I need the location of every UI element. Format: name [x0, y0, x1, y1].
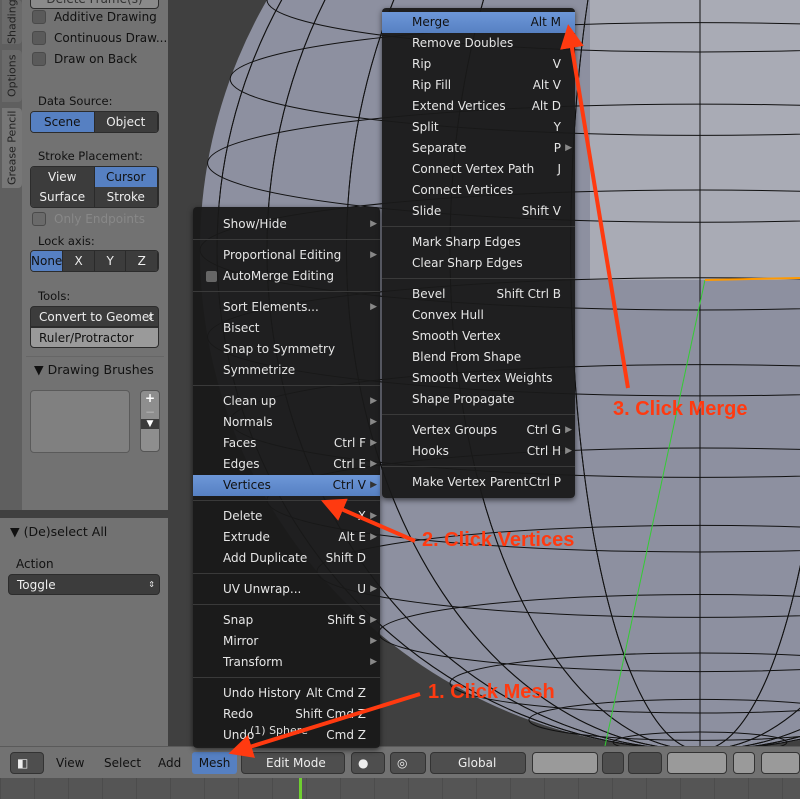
annotation-step-1: 1. Click Mesh	[428, 681, 555, 703]
annotation-step-2: 2. Click Vertices	[422, 529, 575, 551]
annotation-step-3: 3. Click Merge	[613, 398, 748, 420]
arrow-to-mesh	[228, 692, 421, 758]
arrow-to-vertices	[320, 498, 416, 543]
arrow-to-merge	[560, 24, 630, 389]
